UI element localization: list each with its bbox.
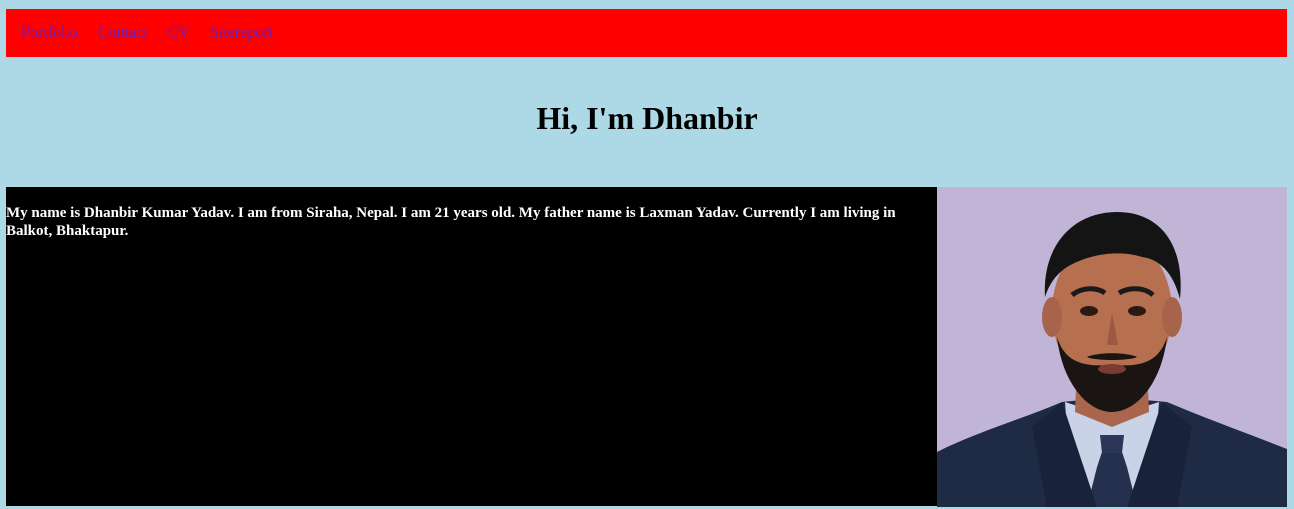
nav-link-sitereport[interactable]: Sitereport — [210, 9, 273, 57]
about-text: My name is Dhanbir Kumar Yadav. I am fro… — [6, 205, 896, 239]
about-section: My name is Dhanbir Kumar Yadav. I am fro… — [6, 187, 937, 506]
nav-link-cv[interactable]: CV — [168, 9, 190, 57]
page-heading: Hi, I'm Dhanbir — [536, 100, 758, 136]
profile-photo — [937, 187, 1287, 507]
top-navbar: Portfolio Contact CV Sitereport — [6, 9, 1287, 57]
nav-link-contact[interactable]: Contact — [98, 9, 148, 57]
nav-link-portfolio[interactable]: Portfolio — [21, 9, 78, 57]
